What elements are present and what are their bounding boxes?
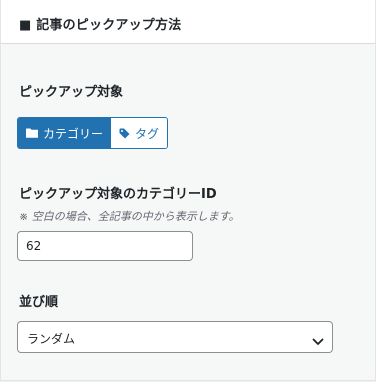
chevron-down-icon — [312, 332, 324, 345]
category-id-hint: ※ 空白の場合、全記事の中から表示します。 — [19, 210, 240, 223]
tag-icon — [119, 128, 130, 139]
pickup-target-toggle-group: カテゴリー タグ — [17, 117, 169, 149]
category-toggle-button[interactable]: カテゴリー — [18, 118, 112, 148]
category-id-label: ピックアップ対象のカテゴリーID — [19, 187, 217, 202]
category-id-input[interactable] — [17, 231, 193, 261]
panel-header: ■ 記事のピックアップ方法 — [1, 0, 375, 44]
panel-title: ■ 記事のピックアップ方法 — [19, 18, 182, 33]
order-select[interactable]: ランダム — [17, 321, 333, 353]
order-label: 並び順 — [19, 295, 59, 310]
pickup-settings-panel: ■ 記事のピックアップ方法 ピックアップ対象 カテゴリー タグ ピックアップ対象… — [0, 0, 376, 381]
order-select-value: ランダム — [27, 332, 76, 346]
folder-icon — [26, 128, 38, 138]
category-toggle-label: カテゴリー — [43, 126, 104, 141]
tag-toggle-label: タグ — [135, 126, 160, 141]
pickup-target-label: ピックアップ対象 — [19, 85, 124, 100]
tag-toggle-button[interactable]: タグ — [111, 118, 168, 148]
